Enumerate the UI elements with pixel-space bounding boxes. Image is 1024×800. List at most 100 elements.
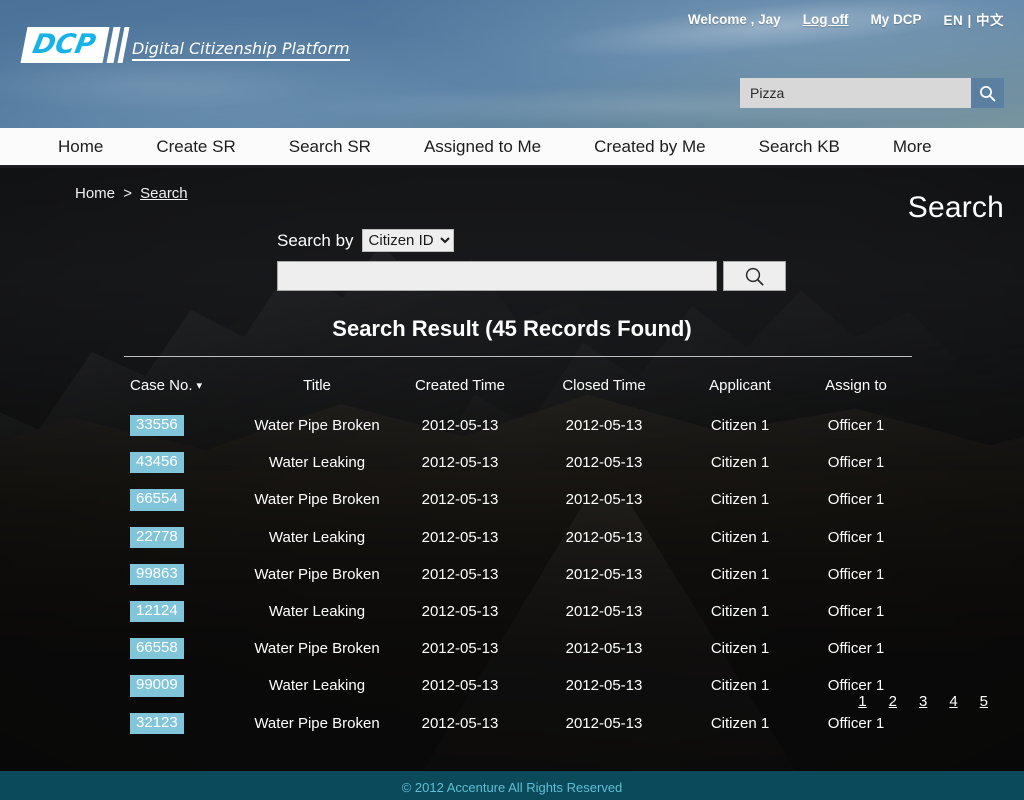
cell-created-time: 2012-05-13 (421, 454, 499, 472)
table-row: 33556 Water Pipe Broken 2012-05-13 2012-05-… (124, 407, 912, 444)
cell-assign-to: Officer 1 (827, 714, 885, 732)
cell-closed-time: 2012-05-13 (565, 640, 643, 658)
cell-case-no: 22778 (124, 519, 242, 556)
cell-assign-to: Officer 1 (827, 603, 885, 621)
results-header-row: Case No. ▾ Title Created Time Closed Time… (124, 368, 912, 407)
cell-applicant: Citizen 1 (710, 417, 770, 435)
nav-item-search-sr[interactable]: Search SR (289, 137, 371, 157)
table-row: 43456 Water Leaking 2012-05-13 2012-05-13 Ci… (124, 444, 912, 481)
cell-assign-to: Officer 1 (827, 417, 885, 435)
pagination-page-4[interactable]: 4 (949, 693, 957, 710)
case-no-link[interactable]: 32123 (130, 712, 184, 734)
nav-item-search-kb[interactable]: Search KB (759, 137, 840, 157)
pagination-page-2[interactable]: 2 (889, 693, 897, 710)
column-header-created-time[interactable]: Created Time (392, 368, 528, 407)
nav-item-created-by-me[interactable]: Created by Me (594, 137, 706, 157)
column-header-title[interactable]: Title (242, 368, 392, 407)
nav-item-more[interactable]: More (893, 137, 932, 157)
case-no-link[interactable]: 43456 (130, 452, 184, 474)
cell-assign-to: Officer 1 (827, 565, 885, 583)
breadcrumb-item-home[interactable]: Home (75, 185, 115, 202)
nav-item-create-sr[interactable]: Create SR (156, 137, 235, 157)
welcome-message: Welcome , Jay (687, 11, 781, 27)
table-row: 99009 Water Leaking 2012-05-13 2012-05-13 Ci… (124, 667, 912, 704)
column-header-case-no-label: Case No. (130, 377, 193, 394)
case-no-link[interactable]: 99009 (130, 675, 184, 697)
column-header-applicant[interactable]: Applicant (680, 368, 800, 407)
nav-item-assigned-to-me[interactable]: Assigned to Me (424, 137, 541, 157)
cell-assign-to: Officer 1 (827, 454, 885, 472)
case-no-link[interactable]: 22778 (130, 526, 184, 548)
column-header-assign-to[interactable]: Assign to (800, 368, 912, 407)
search-by-row: Search by Citizen ID (277, 229, 454, 252)
pagination-page-3[interactable]: 3 (919, 693, 927, 710)
cell-case-no: 32123 (124, 705, 242, 742)
cell-assign-to: Officer 1 (827, 491, 885, 509)
results-heading: Search Result (45 Records Found) (332, 316, 692, 341)
logo-tagline: Digital Citizenship Platform (132, 27, 350, 61)
column-header-closed-time[interactable]: Closed Time (528, 368, 680, 407)
global-search (740, 78, 1004, 108)
case-no-link[interactable]: 99863 (130, 563, 184, 585)
cell-title: Water Leaking (268, 528, 366, 546)
my-dcp-link[interactable]: My DCP (870, 12, 921, 27)
site-header: DCP Digital Citizenship Platform Welcome… (0, 0, 1024, 128)
pagination-page-1[interactable]: 1 (858, 693, 866, 710)
case-no-link[interactable]: 12124 (130, 600, 184, 623)
site-footer: © 2012 Accenture All Rights Reserved (0, 771, 1024, 800)
cell-created-time: 2012-05-13 (421, 677, 499, 695)
cell-closed-time: 2012-05-13 (565, 417, 643, 435)
cell-applicant: Citizen 1 (710, 454, 770, 472)
global-search-button[interactable] (971, 78, 1004, 108)
breadcrumb-separator: > (123, 185, 132, 202)
cell-assign-to: Officer 1 (827, 528, 885, 546)
search-by-select[interactable]: Citizen ID (361, 229, 454, 252)
site-logo[interactable]: DCP Digital Citizenship Platform (20, 27, 350, 63)
copyright-text: © 2012 Accenture All Rights Reserved (401, 779, 623, 795)
global-search-input[interactable] (740, 78, 971, 108)
results-divider (124, 356, 912, 357)
language-switch-link[interactable]: EN | 中文 (943, 9, 1004, 29)
cell-case-no: 12124 (124, 593, 242, 630)
table-row: 66554 Water Pipe Broken 2012-05-13 2012-05-… (124, 481, 912, 518)
cell-title: Water Leaking (268, 677, 366, 695)
cell-closed-time: 2012-05-13 (565, 565, 643, 583)
logo-mark: DCP (20, 27, 110, 63)
log-off-link[interactable]: Log off (803, 12, 849, 27)
logo-bars-icon (106, 27, 130, 63)
cell-title: Water Pipe Broken (254, 640, 380, 658)
pagination: 1 2 3 4 5 (858, 693, 988, 710)
page-title: Search (907, 191, 1004, 224)
search-submit-button[interactable] (723, 261, 786, 291)
cell-closed-time: 2012-05-13 (565, 714, 643, 732)
search-by-label: Search by (277, 230, 354, 250)
pagination-page-5[interactable]: 5 (980, 693, 988, 710)
search-field-row (277, 261, 786, 291)
cell-assign-to: Officer 1 (827, 640, 885, 658)
results-table-head: Case No. ▾ Title Created Time Closed Time… (124, 368, 912, 407)
case-no-link[interactable]: 66558 (130, 638, 184, 660)
cell-title: Water Leaking (268, 603, 366, 621)
cell-created-time: 2012-05-13 (421, 565, 499, 583)
cell-case-no: 66554 (124, 481, 242, 518)
main-navigation: Home Create SR Search SR Assigned to Me … (0, 128, 1024, 168)
case-no-link[interactable]: 66554 (130, 489, 184, 511)
breadcrumb-item-search[interactable]: Search (140, 185, 188, 202)
cell-case-no: 66558 (124, 630, 242, 667)
case-no-link[interactable]: 33556 (130, 415, 184, 437)
cell-applicant: Citizen 1 (710, 640, 770, 658)
cell-title: Water Pipe Broken (254, 714, 380, 732)
search-icon (745, 267, 764, 285)
app-root: DCP Digital Citizenship Platform Welcome… (0, 0, 1024, 800)
cell-applicant: Citizen 1 (710, 603, 770, 621)
results-table: Case No. ▾ Title Created Time Closed Time… (124, 368, 912, 742)
search-input[interactable] (277, 261, 717, 291)
table-row: 32123 Water Pipe Broken 2012-05-13 2012-05-… (124, 705, 912, 742)
column-header-case-no[interactable]: Case No. ▾ (124, 368, 242, 407)
cell-title: Water Pipe Broken (254, 417, 380, 435)
cell-created-time: 2012-05-13 (421, 640, 499, 658)
cell-closed-time: 2012-05-13 (565, 603, 643, 621)
cell-applicant: Citizen 1 (710, 714, 770, 732)
nav-item-home[interactable]: Home (58, 137, 103, 157)
table-row: 22778 Water Leaking 2012-05-13 2012-05-13 Ci… (124, 519, 912, 556)
